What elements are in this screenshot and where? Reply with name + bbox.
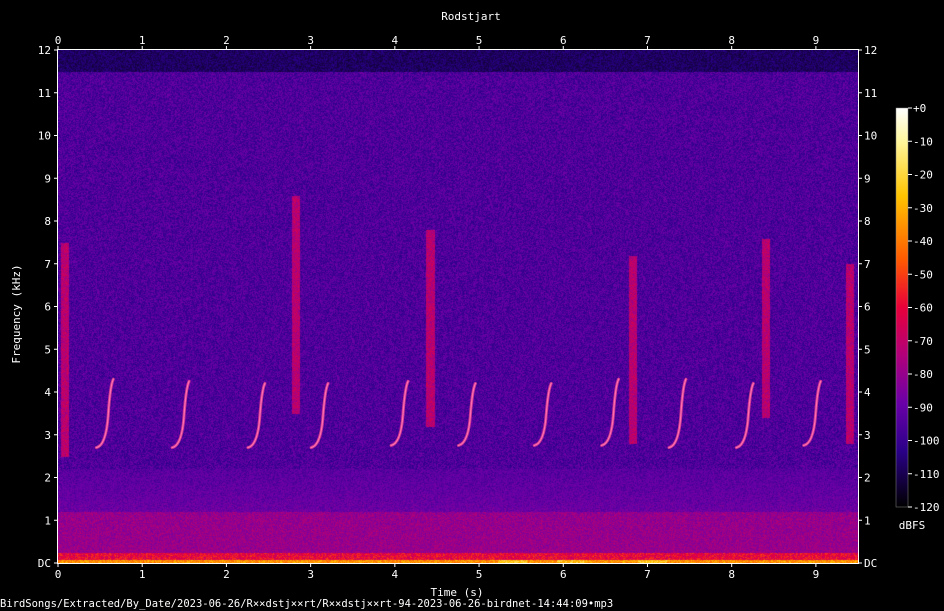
y-tick-label-left-4: 4 [44, 386, 51, 399]
colorbar-tick-label-1: -10 [913, 135, 933, 148]
y-tick-label-left-10: 10 [38, 130, 51, 143]
y-tick-label-left-11: 11 [38, 87, 51, 100]
colorbar-tick-label-6: -60 [913, 302, 933, 315]
file-path-footer: BirdSongs/Extracted/By_Date/2023-06-26/R… [0, 598, 614, 610]
y-tick-label-right-1: 1 [864, 514, 871, 527]
colorbar-tick-label-7: -70 [913, 335, 933, 348]
x-tick-label-top-3: 3 [307, 34, 314, 47]
x-tick-label-bottom-5: 5 [476, 568, 483, 581]
x-tick-label-top-2: 2 [223, 34, 230, 47]
x-tick-label-top-1: 1 [139, 34, 146, 47]
y-tick-label-right-6: 6 [864, 301, 871, 314]
y-tick-label-right-10: 10 [864, 130, 877, 143]
y-tick-label-right-11: 11 [864, 87, 877, 100]
y-tick-label-right-0: DC [864, 557, 877, 570]
colorbar-label: dBFS [899, 519, 926, 532]
x-tick-label-top-6: 6 [560, 34, 567, 47]
y-tick-label-right-9: 9 [864, 172, 871, 185]
y-tick-label-left-6: 6 [44, 301, 51, 314]
colorbar-tick-label-2: -20 [913, 169, 933, 182]
y-axis-label: Frequency (kHz) [10, 264, 23, 363]
x-tick-label-bottom-1: 1 [139, 568, 146, 581]
y-axis-left: DC123456789101112 [38, 44, 58, 570]
y-tick-label-left-12: 12 [38, 44, 51, 57]
x-tick-label-top-0: 0 [55, 34, 62, 47]
y-tick-label-right-3: 3 [864, 429, 871, 442]
y-tick-label-left-3: 3 [44, 429, 51, 442]
colorbar-tick-label-4: -40 [913, 235, 933, 248]
spectrogram-figure: Rodstjart 0123456789 0123456789 DC123456… [10, 10, 940, 599]
y-tick-label-left-5: 5 [44, 343, 51, 356]
x-tick-label-bottom-8: 8 [728, 568, 735, 581]
x-tick-label-bottom-4: 4 [392, 568, 399, 581]
y-tick-label-left-0: DC [38, 557, 51, 570]
colorbar-tick-label-5: -50 [913, 268, 933, 281]
x-tick-label-bottom-2: 2 [223, 568, 230, 581]
x-tick-label-top-8: 8 [728, 34, 735, 47]
colorbar-tick-label-3: -30 [913, 202, 933, 215]
y-tick-label-left-1: 1 [44, 514, 51, 527]
x-tick-label-top-7: 7 [644, 34, 651, 47]
chart-title: Rodstjart [441, 10, 501, 23]
colorbar-tick-label-10: -100 [913, 435, 940, 448]
y-axis-right: DC123456789101112 [858, 44, 877, 570]
colorbar-tick-label-11: -110 [913, 468, 940, 481]
x-tick-label-bottom-7: 7 [644, 568, 651, 581]
colorbar-tick-label-9: -90 [913, 401, 933, 414]
colorbar-tick-label-12: -120 [913, 501, 940, 514]
colorbar-tick-label-0: +0 [913, 102, 926, 115]
y-tick-label-right-2: 2 [864, 472, 871, 485]
x-tick-label-bottom-9: 9 [813, 568, 820, 581]
x-tick-label-bottom-6: 6 [560, 568, 567, 581]
y-tick-label-left-9: 9 [44, 172, 51, 185]
spectrogram-heatmap [58, 50, 858, 563]
y-tick-label-right-5: 5 [864, 343, 871, 356]
y-tick-label-right-4: 4 [864, 386, 871, 399]
y-tick-label-left-2: 2 [44, 472, 51, 485]
x-tick-label-bottom-0: 0 [55, 568, 62, 581]
y-tick-label-right-12: 12 [864, 44, 877, 57]
colorbar-ticks: +0 -10 -20 -30 -40 -50 -60 -70 -80 -90 -100 -110 -12… [908, 102, 940, 514]
colorbar-tick-label-8: -80 [913, 368, 933, 381]
x-axis-top: 0 1 2 3 4 5 6 7 8 9 [55, 34, 820, 50]
y-tick-label-left-8: 8 [44, 215, 51, 228]
y-tick-label-left-7: 7 [44, 258, 51, 271]
x-tick-label-top-9: 9 [813, 34, 820, 47]
y-tick-label-right-8: 8 [864, 215, 871, 228]
x-tick-label-bottom-3: 3 [307, 568, 314, 581]
y-tick-label-right-7: 7 [864, 258, 871, 271]
x-tick-label-top-4: 4 [392, 34, 399, 47]
colorbar [895, 107, 909, 508]
x-axis-bottom: 0 1 2 3 4 5 6 7 8 9 [55, 563, 820, 581]
x-tick-label-top-5: 5 [476, 34, 483, 47]
